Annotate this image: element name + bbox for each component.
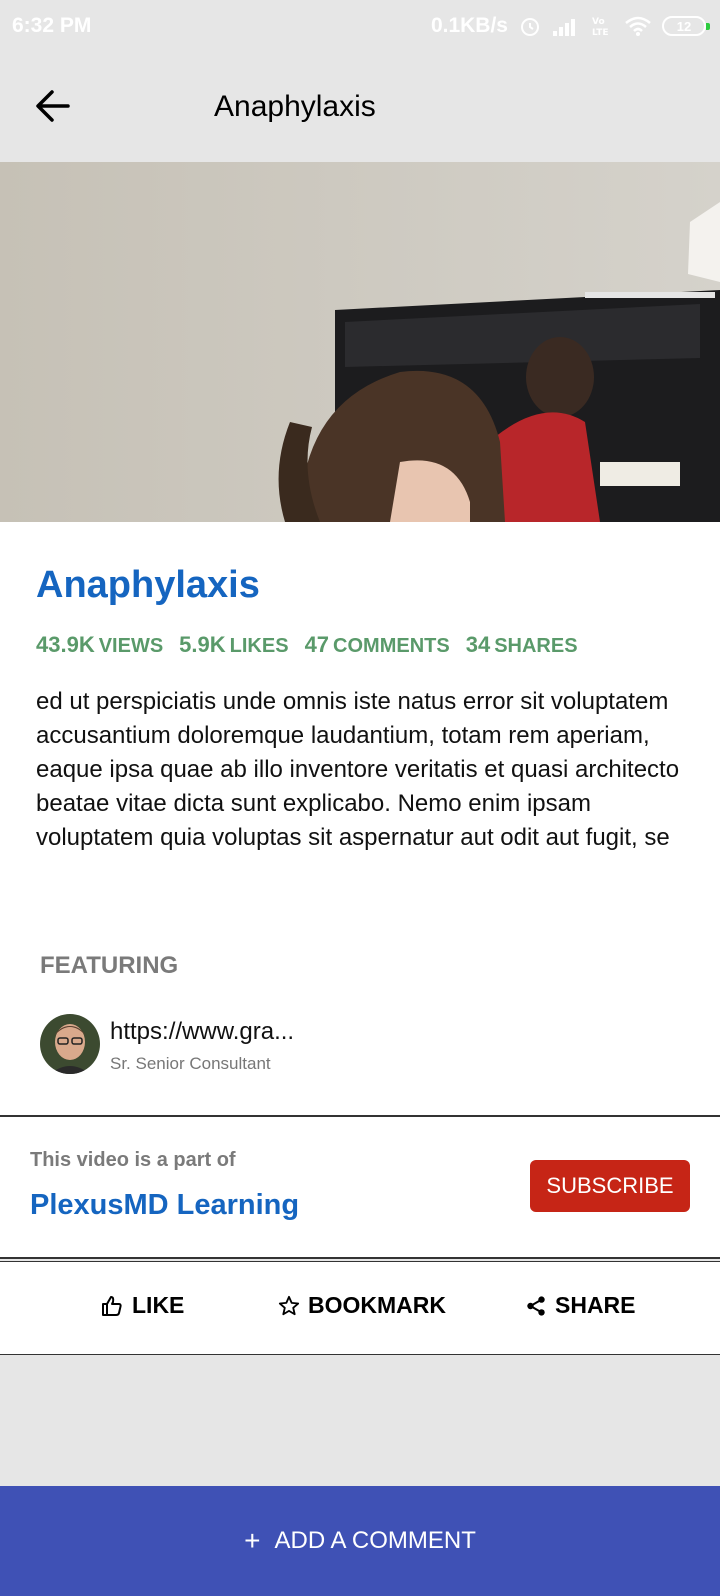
stat-label: SHARES xyxy=(494,635,578,657)
stat-comments: 47 COMMENTS xyxy=(305,632,450,658)
add-comment-button[interactable]: + ADD A COMMENT xyxy=(0,1486,720,1596)
stat-label: COMMENTS xyxy=(333,635,450,657)
signal-icon xyxy=(553,19,575,36)
video-thumbnail xyxy=(0,162,720,522)
battery-icon: 12 xyxy=(662,16,710,36)
wifi-icon xyxy=(625,16,651,36)
network-speed: 0.1KB/s xyxy=(430,14,508,37)
stat-value: 5.9K xyxy=(179,632,226,657)
share-label: SHARE xyxy=(555,1292,636,1318)
thumbs-up-icon xyxy=(102,1295,122,1316)
add-comment-label: ADD A COMMENT xyxy=(274,1527,476,1554)
app-bar: Anaphylaxis xyxy=(0,52,720,162)
divider xyxy=(0,1354,720,1355)
series-name[interactable]: PlexusMD Learning xyxy=(30,1189,299,1222)
stat-label: LIKES xyxy=(229,635,289,657)
status-time: 6:32 PM xyxy=(12,14,92,37)
stat-value: 43.9K xyxy=(36,632,95,657)
featured-person-name[interactable]: https://www.gra... xyxy=(110,1018,294,1046)
plus-icon: + xyxy=(244,1525,261,1556)
video-stats: 43.9K VIEWS 5.9K LIKES 47 COMMENTS 34 SHARES xyxy=(36,632,578,658)
series-label: This video is a part of xyxy=(30,1149,236,1171)
video-description: ed ut perspiciatis unde omnis iste natus… xyxy=(36,688,680,851)
stat-value: 47 xyxy=(304,632,330,657)
featuring-heading: FEATURING xyxy=(40,952,179,979)
share-button[interactable]: SHARE xyxy=(525,1292,636,1319)
alarm-icon xyxy=(521,18,539,36)
video-player[interactable] xyxy=(0,162,720,522)
volte-icon: Vo LTE xyxy=(592,17,609,38)
stat-value: 34 xyxy=(465,632,491,657)
svg-text:Vo: Vo xyxy=(592,17,605,27)
like-button[interactable]: LIKE xyxy=(100,1292,184,1319)
subscribe-button[interactable]: SUBSCRIBE xyxy=(530,1160,690,1212)
stat-shares: 34 SHARES xyxy=(466,632,578,658)
stat-likes: 5.9K LIKES xyxy=(179,632,288,658)
series-section: This video is a part of PlexusMD Learnin… xyxy=(0,1117,720,1257)
featured-person-role: Sr. Senior Consultant xyxy=(110,1054,271,1073)
arrow-left-icon xyxy=(36,90,70,122)
svg-text:LTE: LTE xyxy=(592,28,609,38)
divider xyxy=(0,1257,720,1259)
video-details: Anaphylaxis 43.9K VIEWS 5.9K LIKES 47 COMME… xyxy=(0,522,720,1116)
like-label: LIKE xyxy=(132,1292,185,1318)
video-title: Anaphylaxis xyxy=(36,564,260,606)
battery-level: 12 xyxy=(676,18,692,34)
avatar[interactable] xyxy=(40,1014,100,1074)
back-button[interactable] xyxy=(34,88,74,124)
stat-label: VIEWS xyxy=(98,635,164,657)
status-icons: 0.1KB/s Vo LTE 12 xyxy=(430,14,710,38)
star-icon xyxy=(278,1295,300,1315)
bookmark-button[interactable]: BOOKMARK xyxy=(278,1292,446,1319)
stat-views: 43.9K VIEWS xyxy=(36,632,163,658)
bookmark-label: BOOKMARK xyxy=(308,1292,446,1318)
action-bar: LIKE BOOKMARK SHARE xyxy=(0,1262,720,1354)
status-bar: 6:32 PM 0.1KB/s Vo LTE 12 xyxy=(0,0,720,52)
app-bar-title: Anaphylaxis xyxy=(214,90,376,123)
share-icon xyxy=(527,1295,545,1316)
avatar-image xyxy=(40,1014,100,1074)
